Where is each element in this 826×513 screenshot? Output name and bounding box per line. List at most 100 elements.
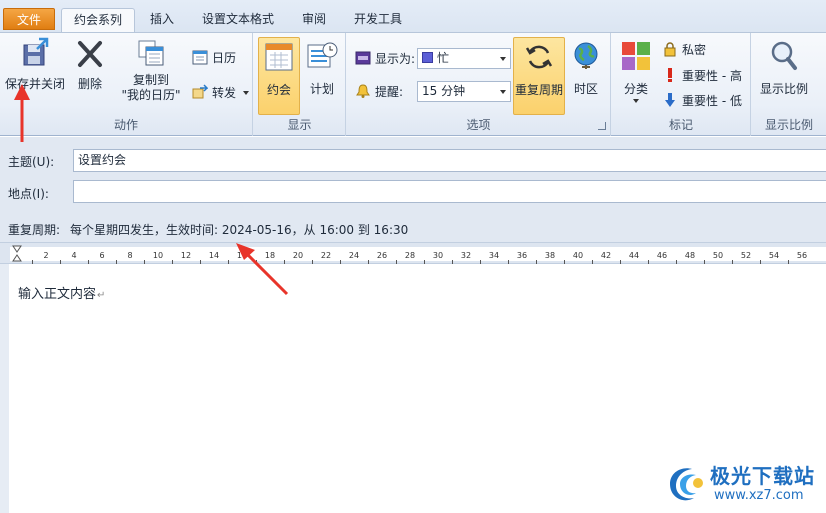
scheduling-view-label: 计划 [309, 82, 334, 96]
forward-dropdown-arrow-icon[interactable] [242, 91, 249, 95]
reminder-value: 15 分钟 [422, 84, 466, 98]
ruler-tick-label: 56 [796, 251, 808, 260]
show-as-label-row: 显示为: [355, 49, 415, 69]
forward-label: 转发 [212, 86, 237, 100]
high-importance-button[interactable]: 重要性 - 高 [662, 66, 742, 86]
show-as-label: 显示为: [375, 52, 416, 66]
reminder-label-row: 提醒: [355, 82, 403, 102]
appointment-icon [265, 43, 293, 71]
reminder-label: 提醒: [375, 85, 404, 99]
calendar-button[interactable]: 日历 [192, 48, 236, 68]
tab-appointment-series[interactable]: 约会系列 [61, 8, 135, 33]
copy-to-label-line1: 复制到 [132, 73, 169, 87]
categorize-button[interactable]: 分类 [618, 37, 654, 103]
ruler-tick-label: 42 [600, 251, 612, 260]
location-label: 地点(I): [8, 187, 49, 201]
ruler-tick-label: 52 [740, 251, 752, 260]
watermark: 极光下载站 www.xz7.com [664, 458, 824, 508]
group-zoom-label: 显示比例 [764, 118, 813, 132]
ruler-tick-label: 20 [292, 251, 304, 260]
low-importance-button[interactable]: 重要性 - 低 [662, 91, 742, 111]
reminder-select[interactable]: 15 分钟 [417, 81, 511, 102]
ruler-track: 2 4 6 8 10 12 14 16 18 20 22 24 26 28 30 32 34 36 38 40 42 44… [10, 247, 826, 264]
ruler-tick-label: 10 [152, 251, 164, 260]
tab-format-text[interactable]: 设置文本格式 [193, 8, 283, 33]
ruler-tick-label: 4 [71, 251, 77, 260]
copy-to-label-line2: "我的日历" [121, 88, 181, 102]
high-importance-icon [668, 68, 672, 82]
chevron-down-icon [500, 57, 506, 61]
subject-label: 主题(U): [8, 155, 55, 169]
categorize-icon [622, 42, 650, 70]
ribbon-tab-bar: 文件 约会系列 插入 设置文本格式 审阅 开发工具 [0, 0, 826, 33]
group-show: 约会 计划 显示 [254, 33, 346, 136]
ruler-tick-label: 40 [572, 251, 584, 260]
group-show-label: 显示 [287, 118, 312, 132]
categorize-dropdown-arrow-icon[interactable] [633, 99, 639, 103]
ruler-tick-label: 34 [488, 251, 500, 260]
ruler: 2 4 6 8 10 12 14 16 18 20 22 24 26 28 30 32 34 36 38 40 42 44… [0, 242, 826, 264]
ruler-tick-label: 48 [684, 251, 696, 260]
magnifier-icon [771, 41, 797, 70]
delete-button[interactable]: 删除 [72, 37, 108, 92]
forward-icon [192, 84, 208, 99]
tab-developer[interactable]: 开发工具 [346, 8, 410, 33]
globe-icon [574, 42, 598, 69]
appointment-form: 主题(U): 设置约会 地点(I): 重复周期: 每个星期四发生，生效时间: 20… [0, 137, 826, 242]
time-zones-button[interactable]: 时区 [569, 37, 603, 97]
body-text-line: 输入正文内容↵ [18, 283, 105, 302]
save-close-button[interactable]: 保存并关闭 [4, 37, 66, 92]
delete-x-icon [78, 41, 102, 67]
group-tags-label: 标记 [668, 118, 693, 132]
recurrence-button[interactable]: 重复周期 [513, 37, 565, 115]
ruler-tick-label: 46 [656, 251, 668, 260]
ruler-tick-label: 6 [99, 251, 105, 260]
group-options: 显示为: 忙 提醒: 15 分钟 重复周期 时区 选项 [347, 33, 611, 136]
save-close-label: 保存并关闭 [4, 77, 65, 91]
low-importance-label: 重要性 - 低 [682, 94, 742, 108]
ruler-tick-label: 44 [628, 251, 640, 260]
tab-insert[interactable]: 插入 [140, 8, 184, 33]
chevron-down-icon [500, 90, 506, 94]
categorize-label: 分类 [623, 82, 648, 96]
watermark-url: www.xz7.com [714, 488, 804, 503]
forward-button[interactable]: 转发 [192, 83, 249, 103]
recurrence-info: 重复周期: 每个星期四发生，生效时间: 2024-05-16，从 16:00 到 … [8, 221, 408, 238]
recurrence-icon [525, 45, 553, 69]
copy-to-my-calendar-button[interactable]: 复制到 "我的日历" [118, 37, 184, 103]
subject-input[interactable]: 设置约会 [73, 149, 826, 172]
recurrence-info-label: 重复周期: [8, 223, 61, 237]
recurrence-label: 重复周期 [514, 83, 563, 97]
paragraph-mark-icon: ↵ [97, 290, 106, 301]
location-input[interactable] [73, 180, 826, 203]
private-label: 私密 [682, 43, 707, 57]
group-actions-label: 动作 [113, 118, 138, 132]
ruler-tick-label: 50 [712, 251, 724, 260]
indent-marker-icon[interactable] [12, 245, 22, 263]
recurrence-info-value: 每个星期四发生，生效时间: 2024-05-16，从 16:00 到 16:30 [70, 223, 409, 237]
show-as-select[interactable]: 忙 [417, 48, 511, 69]
options-dialog-launcher-icon[interactable] [598, 122, 606, 130]
copy-calendar-icon [138, 40, 164, 66]
calendar-label: 日历 [212, 51, 237, 65]
ruler-tick-label: 30 [432, 251, 444, 260]
appointment-view-button[interactable]: 约会 [258, 37, 300, 115]
ruler-tick-label: 28 [404, 251, 416, 260]
show-as-value: 忙 [437, 51, 450, 65]
tab-file[interactable]: 文件 [3, 8, 55, 30]
zoom-button[interactable]: 显示比例 [756, 37, 812, 97]
tab-review[interactable]: 审阅 [294, 8, 334, 33]
private-button[interactable]: 私密 [662, 40, 706, 60]
show-as-icon [355, 51, 371, 65]
lock-icon [664, 42, 676, 57]
watermark-title: 极光下载站 [710, 464, 815, 488]
watermark-logo-icon [670, 468, 703, 501]
ruler-tick-label: 12 [180, 251, 192, 260]
delete-label: 删除 [77, 77, 102, 91]
ruler-tick-label: 32 [460, 251, 472, 260]
scheduling-view-button[interactable]: 计划 [304, 37, 340, 97]
group-options-label: 选项 [466, 118, 491, 132]
ruler-tick-label: 36 [516, 251, 528, 260]
ribbon: 保存并关闭 删除 复制到 "我的日历" 日历 转发 动作 约会 计划 显示 显示… [0, 32, 826, 136]
ruler-tick-label: 2 [43, 251, 49, 260]
